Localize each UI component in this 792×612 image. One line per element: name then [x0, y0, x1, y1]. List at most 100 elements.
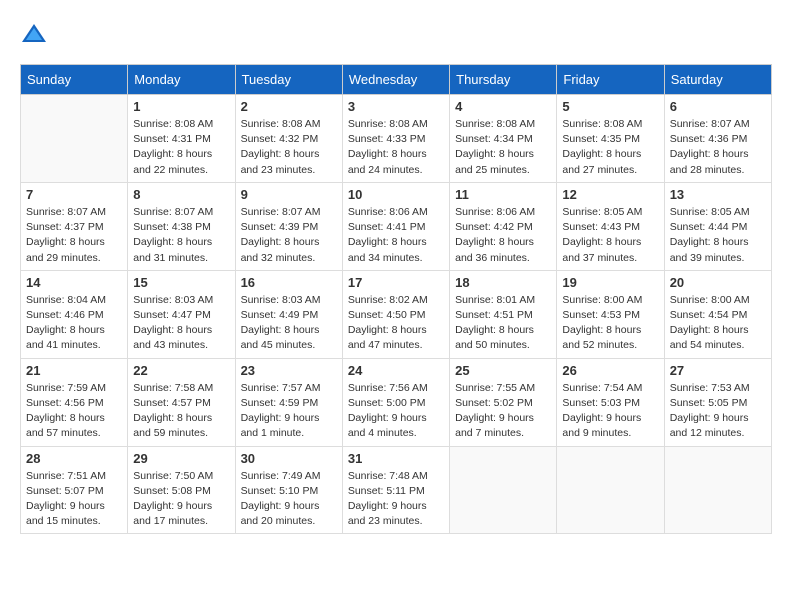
day-info: Sunrise: 8:07 AMSunset: 4:38 PMDaylight:… [133, 205, 229, 266]
day-number: 17 [348, 275, 444, 290]
calendar-cell: 24 Sunrise: 7:56 AMSunset: 5:00 PMDayligh… [342, 358, 449, 446]
calendar-cell: 7 Sunrise: 8:07 AMSunset: 4:37 PMDaylight… [21, 182, 128, 270]
calendar-cell: 10 Sunrise: 8:06 AMSunset: 4:41 PMDayligh… [342, 182, 449, 270]
day-info: Sunrise: 8:02 AMSunset: 4:50 PMDaylight:… [348, 293, 444, 354]
day-info: Sunrise: 7:53 AMSunset: 5:05 PMDaylight:… [670, 381, 766, 442]
weekday-header-wednesday: Wednesday [342, 65, 449, 95]
day-info: Sunrise: 8:07 AMSunset: 4:39 PMDaylight:… [241, 205, 337, 266]
calendar-cell [557, 446, 664, 534]
day-number: 9 [241, 187, 337, 202]
day-info: Sunrise: 8:06 AMSunset: 4:41 PMDaylight:… [348, 205, 444, 266]
day-number: 18 [455, 275, 551, 290]
day-info: Sunrise: 8:08 AMSunset: 4:31 PMDaylight:… [133, 117, 229, 178]
calendar-cell: 9 Sunrise: 8:07 AMSunset: 4:39 PMDaylight… [235, 182, 342, 270]
calendar-cell: 20 Sunrise: 8:00 AMSunset: 4:54 PMDayligh… [664, 270, 771, 358]
calendar-cell: 30 Sunrise: 7:49 AMSunset: 5:10 PMDayligh… [235, 446, 342, 534]
logo-icon [20, 20, 48, 48]
day-info: Sunrise: 7:51 AMSunset: 5:07 PMDaylight:… [26, 469, 122, 530]
weekday-header-row: SundayMondayTuesdayWednesdayThursdayFrid… [21, 65, 772, 95]
day-number: 12 [562, 187, 658, 202]
day-info: Sunrise: 7:56 AMSunset: 5:00 PMDaylight:… [348, 381, 444, 442]
day-number: 3 [348, 99, 444, 114]
week-row-2: 7 Sunrise: 8:07 AMSunset: 4:37 PMDaylight… [21, 182, 772, 270]
day-info: Sunrise: 8:00 AMSunset: 4:54 PMDaylight:… [670, 293, 766, 354]
calendar-cell: 15 Sunrise: 8:03 AMSunset: 4:47 PMDayligh… [128, 270, 235, 358]
day-info: Sunrise: 8:08 AMSunset: 4:34 PMDaylight:… [455, 117, 551, 178]
day-number: 6 [670, 99, 766, 114]
day-number: 2 [241, 99, 337, 114]
page-header [20, 20, 772, 48]
day-number: 20 [670, 275, 766, 290]
day-info: Sunrise: 7:59 AMSunset: 4:56 PMDaylight:… [26, 381, 122, 442]
calendar-cell: 22 Sunrise: 7:58 AMSunset: 4:57 PMDayligh… [128, 358, 235, 446]
day-number: 16 [241, 275, 337, 290]
day-number: 28 [26, 451, 122, 466]
day-info: Sunrise: 8:07 AMSunset: 4:36 PMDaylight:… [670, 117, 766, 178]
weekday-header-sunday: Sunday [21, 65, 128, 95]
calendar-cell: 21Sunrise: 7:59 AMSunset: 4:56 PMDayligh… [21, 358, 128, 446]
day-info: Sunrise: 8:05 AMSunset: 4:43 PMDaylight:… [562, 205, 658, 266]
calendar-cell: 23 Sunrise: 7:57 AMSunset: 4:59 PMDayligh… [235, 358, 342, 446]
calendar-cell: 27 Sunrise: 7:53 AMSunset: 5:05 PMDayligh… [664, 358, 771, 446]
weekday-header-monday: Monday [128, 65, 235, 95]
day-info: Sunrise: 8:01 AMSunset: 4:51 PMDaylight:… [455, 293, 551, 354]
calendar-cell: 25 Sunrise: 7:55 AMSunset: 5:02 PMDayligh… [450, 358, 557, 446]
day-info: Sunrise: 8:00 AMSunset: 4:53 PMDaylight:… [562, 293, 658, 354]
weekday-header-friday: Friday [557, 65, 664, 95]
weekday-header-tuesday: Tuesday [235, 65, 342, 95]
weekday-header-saturday: Saturday [664, 65, 771, 95]
day-info: Sunrise: 7:57 AMSunset: 4:59 PMDaylight:… [241, 381, 337, 442]
calendar-cell: 17 Sunrise: 8:02 AMSunset: 4:50 PMDayligh… [342, 270, 449, 358]
day-number: 8 [133, 187, 229, 202]
day-number: 25 [455, 363, 551, 378]
day-number: 4 [455, 99, 551, 114]
calendar-cell: 6 Sunrise: 8:07 AMSunset: 4:36 PMDaylight… [664, 95, 771, 183]
calendar-cell: 18 Sunrise: 8:01 AMSunset: 4:51 PMDayligh… [450, 270, 557, 358]
calendar-cell: 1 Sunrise: 8:08 AMSunset: 4:31 PMDaylight… [128, 95, 235, 183]
day-number: 19 [562, 275, 658, 290]
day-number: 10 [348, 187, 444, 202]
day-info: Sunrise: 8:06 AMSunset: 4:42 PMDaylight:… [455, 205, 551, 266]
calendar-cell [21, 95, 128, 183]
calendar-cell: 13Sunrise: 8:05 AMSunset: 4:44 PMDayligh… [664, 182, 771, 270]
day-number: 30 [241, 451, 337, 466]
calendar-cell [450, 446, 557, 534]
week-row-4: 21Sunrise: 7:59 AMSunset: 4:56 PMDayligh… [21, 358, 772, 446]
day-info: Sunrise: 7:58 AMSunset: 4:57 PMDaylight:… [133, 381, 229, 442]
day-info: Sunrise: 8:03 AMSunset: 4:47 PMDaylight:… [133, 293, 229, 354]
day-number: 22 [133, 363, 229, 378]
day-number: 15 [133, 275, 229, 290]
day-info: Sunrise: 8:07 AMSunset: 4:37 PMDaylight:… [26, 205, 122, 266]
day-number: 31 [348, 451, 444, 466]
day-number: 7 [26, 187, 122, 202]
day-number: 1 [133, 99, 229, 114]
day-number: 27 [670, 363, 766, 378]
calendar-cell: 16 Sunrise: 8:03 AMSunset: 4:49 PMDayligh… [235, 270, 342, 358]
day-info: Sunrise: 7:54 AMSunset: 5:03 PMDaylight:… [562, 381, 658, 442]
calendar-cell: 12 Sunrise: 8:05 AMSunset: 4:43 PMDayligh… [557, 182, 664, 270]
day-number: 5 [562, 99, 658, 114]
weekday-header-thursday: Thursday [450, 65, 557, 95]
calendar-cell [664, 446, 771, 534]
day-info: Sunrise: 8:08 AMSunset: 4:33 PMDaylight:… [348, 117, 444, 178]
day-info: Sunrise: 7:55 AMSunset: 5:02 PMDaylight:… [455, 381, 551, 442]
day-info: Sunrise: 8:08 AMSunset: 4:32 PMDaylight:… [241, 117, 337, 178]
calendar-cell: 8 Sunrise: 8:07 AMSunset: 4:38 PMDaylight… [128, 182, 235, 270]
day-info: Sunrise: 8:04 AMSunset: 4:46 PMDaylight:… [26, 293, 122, 354]
day-number: 24 [348, 363, 444, 378]
calendar-cell: 3 Sunrise: 8:08 AMSunset: 4:33 PMDaylight… [342, 95, 449, 183]
calendar-cell: 26 Sunrise: 7:54 AMSunset: 5:03 PMDayligh… [557, 358, 664, 446]
day-number: 29 [133, 451, 229, 466]
day-number: 26 [562, 363, 658, 378]
week-row-3: 14Sunrise: 8:04 AMSunset: 4:46 PMDayligh… [21, 270, 772, 358]
day-number: 23 [241, 363, 337, 378]
day-number: 13 [670, 187, 766, 202]
day-info: Sunrise: 8:08 AMSunset: 4:35 PMDaylight:… [562, 117, 658, 178]
day-info: Sunrise: 8:03 AMSunset: 4:49 PMDaylight:… [241, 293, 337, 354]
day-info: Sunrise: 7:50 AMSunset: 5:08 PMDaylight:… [133, 469, 229, 530]
calendar-cell: 2 Sunrise: 8:08 AMSunset: 4:32 PMDaylight… [235, 95, 342, 183]
calendar-cell: 28 Sunrise: 7:51 AMSunset: 5:07 PMDayligh… [21, 446, 128, 534]
calendar-cell: 5 Sunrise: 8:08 AMSunset: 4:35 PMDaylight… [557, 95, 664, 183]
day-info: Sunrise: 7:49 AMSunset: 5:10 PMDaylight:… [241, 469, 337, 530]
calendar-cell: 29 Sunrise: 7:50 AMSunset: 5:08 PMDayligh… [128, 446, 235, 534]
